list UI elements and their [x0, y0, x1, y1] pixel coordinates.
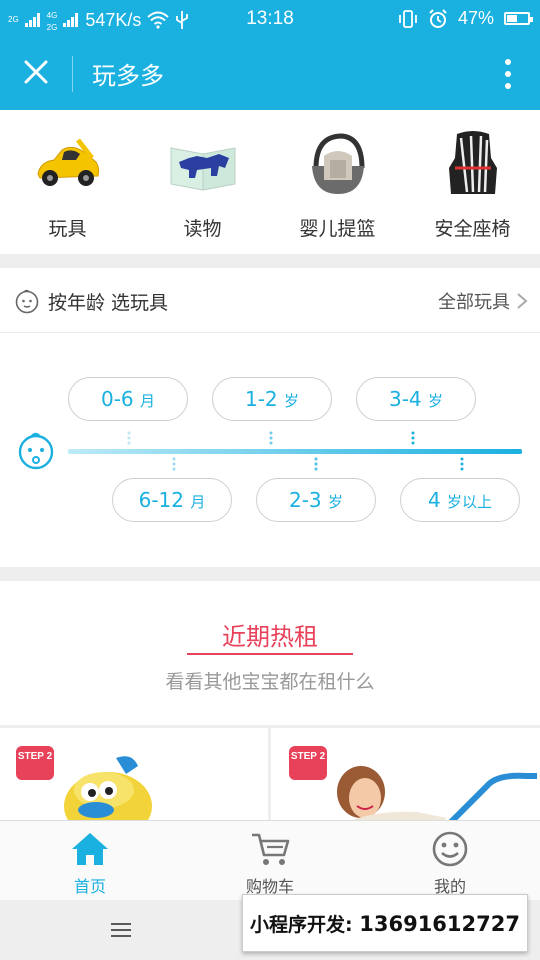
menu-icon[interactable] [110, 922, 132, 938]
home-icon [72, 833, 108, 865]
product-image [64, 756, 152, 820]
category-row: 玩具 读物 婴儿提篮 安全座椅 [0, 110, 540, 254]
age-section-header: 按年龄 选玩具 全部玩具 [0, 268, 540, 333]
age-range: 6-12 [138, 488, 184, 512]
connector-dots [411, 431, 415, 445]
status-right: 47% [398, 8, 533, 29]
alarm-icon [429, 8, 447, 28]
age-pill-2-3y[interactable]: 2-3 岁 [256, 478, 376, 522]
category-label: 婴儿提篮 [299, 218, 376, 240]
age-unit: 岁 [328, 493, 344, 511]
connector-dots [314, 457, 318, 471]
category-books[interactable]: 读物 [135, 128, 270, 241]
age-range: 3-4 [388, 387, 422, 411]
product-grid: STEP 2 STEP 2 [0, 728, 540, 820]
age-unit: 岁 [284, 392, 300, 410]
age-range: 4 [427, 488, 441, 512]
smiley-icon [432, 831, 468, 867]
baby-carrier-icon [311, 133, 364, 194]
category-label: 安全座椅 [434, 218, 511, 240]
toy-car-icon [36, 138, 99, 186]
connector-dots [460, 457, 464, 471]
age-unit: 月 [190, 493, 206, 511]
age-section-title: 按年龄 选玩具 [48, 292, 169, 314]
all-toys-link[interactable]: 全部玩具 [438, 288, 510, 314]
age-timeline-bar [68, 449, 522, 454]
age-range: 2-3 [288, 488, 322, 512]
promo-banner: 小程序开发: 13691612727 [242, 894, 528, 952]
title-bar: 玩多多 [0, 38, 540, 110]
cart-icon [252, 833, 290, 865]
promo-phone: 13691612727 [359, 912, 520, 936]
category-label: 玩具 [48, 218, 87, 240]
title-separator [72, 56, 73, 92]
status-bar: 2G 4G 2G 547K/s 13:18 47% [0, 0, 540, 38]
age-pill-4y-plus[interactable]: 4 岁以上 [400, 478, 520, 522]
age-pill-3-4y[interactable]: 3-4 岁 [356, 377, 476, 421]
category-car-seat[interactable]: 安全座椅 [405, 128, 540, 241]
tab-label: 首页 [73, 877, 106, 896]
brand-badge: STEP 2 [289, 746, 327, 780]
bottom-tab-bar: 首页 购物车 我的 [0, 820, 540, 901]
age-pill-6-12m[interactable]: 6-12 月 [112, 478, 232, 522]
baby-face-icon [18, 432, 54, 470]
section-divider [0, 254, 540, 268]
product-card[interactable]: STEP 2 [271, 728, 539, 820]
tab-home[interactable]: 首页 [0, 831, 180, 897]
battery-fill [507, 15, 518, 22]
chevron-right-icon[interactable] [516, 292, 528, 310]
more-vertical-icon[interactable] [504, 58, 512, 90]
battery-icon [504, 12, 533, 25]
book-icon [170, 147, 235, 191]
car-seat-icon [448, 131, 497, 194]
page-title: 玩多多 [92, 62, 164, 90]
product-card[interactable]: STEP 2 [0, 728, 268, 820]
hot-rentals-underline [187, 653, 353, 655]
section-divider [0, 567, 540, 581]
category-label: 读物 [183, 218, 222, 240]
close-icon[interactable] [22, 58, 50, 86]
connector-dots [269, 431, 273, 445]
vibrate-icon [399, 9, 417, 28]
hot-rentals-subtitle: 看看其他宝宝都在租什么 [165, 671, 375, 693]
age-range: 1-2 [244, 387, 278, 411]
tab-cart[interactable]: 购物车 [180, 831, 360, 897]
tab-profile[interactable]: 我的 [360, 831, 540, 897]
age-pill-1-2y[interactable]: 1-2 岁 [212, 377, 332, 421]
age-unit: 月 [140, 392, 156, 410]
category-baby-carrier[interactable]: 婴儿提篮 [270, 128, 405, 241]
age-range: 0-6 [100, 387, 134, 411]
promo-label: 小程序开发: [250, 914, 353, 936]
age-timeline: 0-6 月 1-2 岁 3-4 岁 6-12 月 2-3 岁 4 岁以上 [0, 333, 540, 567]
battery-percent: 47% [457, 8, 494, 28]
age-unit: 岁 [428, 392, 444, 410]
hot-rentals-section: 近期热租 看看其他宝宝都在租什么 [0, 581, 540, 725]
hot-rentals-title: 近期热租 [222, 623, 318, 651]
product-image [337, 766, 537, 820]
category-toys[interactable]: 玩具 [0, 128, 135, 241]
connector-dots [172, 457, 176, 471]
baby-face-icon [15, 289, 39, 314]
age-pill-0-6m[interactable]: 0-6 月 [68, 377, 188, 421]
connector-dots [127, 431, 131, 445]
age-unit: 岁以上 [447, 493, 493, 511]
